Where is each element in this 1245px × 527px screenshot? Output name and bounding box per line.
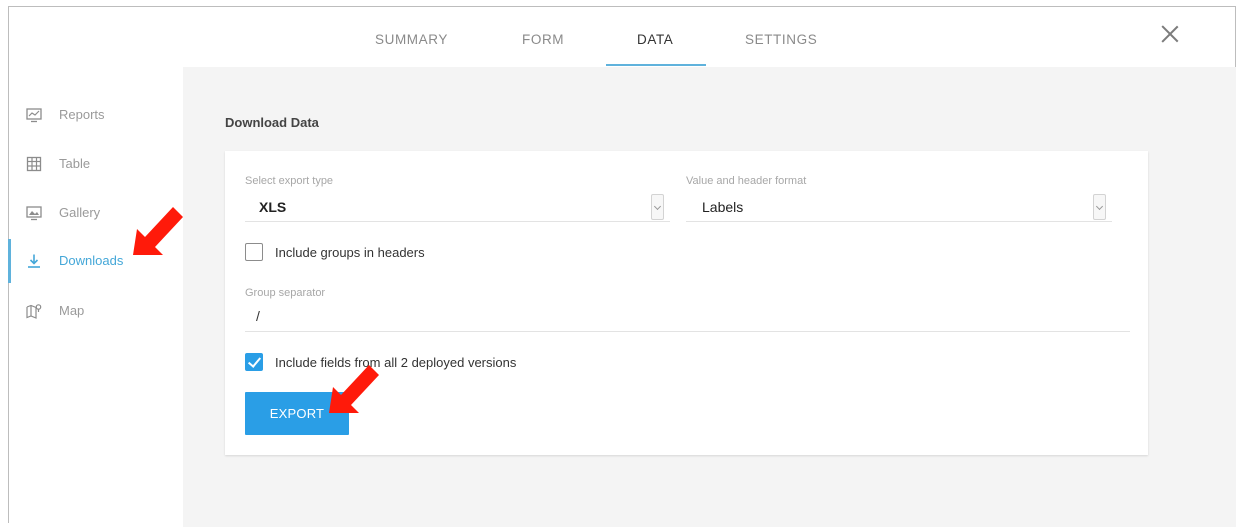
sidebar-item-label: Table bbox=[59, 156, 91, 171]
reports-icon bbox=[26, 108, 42, 123]
tab-summary[interactable]: SUMMARY bbox=[375, 32, 448, 47]
right-gutter bbox=[1195, 67, 1236, 527]
sidebar-item-label: Reports bbox=[59, 107, 105, 122]
download-icon bbox=[28, 254, 40, 268]
divider bbox=[245, 331, 1130, 332]
divider bbox=[686, 221, 1112, 222]
tab-data[interactable]: DATA bbox=[637, 32, 673, 47]
page-title: Download Data bbox=[225, 115, 319, 130]
sidebar-item-label: Downloads bbox=[59, 253, 124, 268]
table-icon bbox=[26, 156, 42, 172]
annotation-arrow-icon bbox=[329, 365, 379, 413]
header-format-select[interactable]: Labels bbox=[702, 199, 743, 215]
export-type-label: Select export type bbox=[245, 175, 334, 187]
top-navigation: SUMMARY FORM DATA SETTINGS bbox=[9, 7, 1235, 68]
active-tab-indicator bbox=[606, 64, 706, 66]
chevron-down-icon[interactable] bbox=[1093, 194, 1106, 220]
header-format-label: Value and header format bbox=[686, 175, 807, 187]
include-groups-checkbox[interactable] bbox=[245, 243, 263, 261]
sidebar: Reports Table Gallery Downloads Map bbox=[8, 67, 183, 527]
download-panel: Download Data Select export type XLS Val… bbox=[183, 67, 1195, 527]
sidebar-item-label: Gallery bbox=[59, 205, 101, 220]
map-icon bbox=[26, 304, 42, 319]
sidebar-item-reports[interactable]: Reports bbox=[9, 100, 183, 130]
gallery-icon bbox=[26, 206, 42, 221]
sidebar-item-map[interactable]: Map bbox=[9, 296, 183, 326]
sidebar-item-label: Map bbox=[59, 303, 85, 318]
tab-form[interactable]: FORM bbox=[522, 32, 564, 47]
sidebar-item-table[interactable]: Table bbox=[9, 149, 183, 179]
group-separator-input[interactable]: / bbox=[256, 308, 260, 324]
annotation-arrow-icon bbox=[133, 207, 183, 255]
include-groups-label: Include groups in headers bbox=[275, 245, 425, 260]
include-versions-label: Include fields from all 2 deployed versi… bbox=[275, 355, 517, 370]
app-window: SUMMARY FORM DATA SETTINGS Reports Table bbox=[8, 6, 1236, 527]
chevron-down-icon[interactable] bbox=[651, 194, 664, 220]
active-item-indicator bbox=[8, 239, 11, 283]
group-separator-label: Group separator bbox=[245, 287, 326, 299]
export-type-select[interactable]: XLS bbox=[259, 199, 286, 215]
close-icon[interactable] bbox=[1161, 25, 1179, 43]
tab-settings[interactable]: SETTINGS bbox=[745, 32, 817, 47]
divider bbox=[245, 221, 670, 222]
include-versions-checkbox[interactable] bbox=[245, 353, 263, 371]
